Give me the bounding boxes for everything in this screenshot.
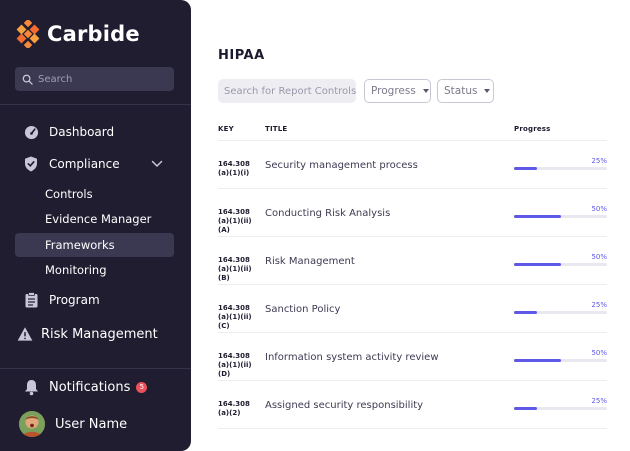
control-key: 164.308 (a)(1)(i)	[218, 160, 250, 177]
progress-percent: 50%	[591, 349, 607, 357]
control-title: Assigned security responsibility	[265, 400, 424, 411]
column-header-key[interactable]: KEY	[218, 125, 234, 133]
control-key: 164.308 (a)(2)	[218, 400, 250, 417]
caret-down-icon	[422, 89, 429, 93]
sidebar-subitem-label: Evidence Manager	[45, 212, 152, 226]
progress-bar	[514, 167, 607, 170]
progress-bar-fill	[514, 407, 538, 410]
chevron-down-icon[interactable]	[150, 157, 164, 171]
sidebar-subitem-monitoring[interactable]: Monitoring	[15, 258, 174, 282]
table-row[interactable]: 164.308 (a)(2) Assigned security responsi…	[218, 397, 607, 448]
sidebar-search-input[interactable]	[38, 73, 168, 85]
control-key: 164.308 (a)(1)(ii)(A)	[218, 208, 252, 234]
sidebar-item-risk-management[interactable]: Risk Management	[9, 322, 158, 346]
row-divider	[218, 236, 607, 237]
brand-name: Carbide	[47, 22, 140, 46]
progress-percent: 25%	[591, 157, 607, 165]
control-title: Conducting Risk Analysis	[265, 208, 391, 219]
sidebar-item-notifications[interactable]: Notifications 5	[15, 375, 148, 399]
progress-filter-label: Progress	[371, 85, 416, 97]
control-key: 164.308 (a)(1)(ii)(C)	[218, 304, 252, 330]
progress-bar	[514, 215, 607, 218]
sidebar-subitem-evidence-manager[interactable]: Evidence Manager	[15, 207, 174, 231]
progress-bar-fill	[514, 263, 561, 266]
sidebar-divider	[0, 104, 191, 105]
row-divider	[218, 188, 607, 189]
sidebar-subitem-label: Frameworks	[45, 238, 115, 252]
shield-check-icon	[23, 156, 39, 172]
sidebar-subitem-frameworks[interactable]: Frameworks	[15, 233, 174, 257]
caret-down-icon	[484, 89, 491, 93]
progress-percent: 25%	[591, 301, 607, 309]
row-divider	[218, 380, 607, 381]
sidebar-user[interactable]: User Name	[19, 410, 127, 438]
control-key: 164.308 (a)(1)(ii)(D)	[218, 352, 252, 378]
row-divider	[218, 284, 607, 285]
progress-bar-fill	[514, 359, 561, 362]
progress-bar	[514, 359, 607, 362]
sidebar-search[interactable]	[15, 67, 174, 91]
progress-bar-fill	[514, 215, 561, 218]
bell-icon	[23, 379, 39, 395]
control-key: 164.308 (a)(1)(ii)(B)	[218, 256, 252, 282]
table-row[interactable]: 164.308 (a)(1)(ii)(A) Conducting Risk Ana…	[218, 205, 607, 256]
clipboard-icon	[23, 292, 39, 308]
control-title: Risk Management	[265, 256, 355, 267]
control-title: Sanction Policy	[265, 304, 341, 315]
avatar	[19, 411, 45, 437]
status-filter-label: Status	[444, 85, 478, 97]
sidebar-subitem-label: Monitoring	[45, 263, 107, 277]
sidebar-divider	[0, 368, 191, 369]
sidebar-item-dashboard[interactable]: Dashboard	[15, 120, 114, 144]
dashboard-gauge-icon	[23, 124, 39, 140]
progress-bar-fill	[514, 311, 538, 314]
sidebar-item-label: Dashboard	[49, 125, 115, 139]
table-row[interactable]: 164.308 (a)(1)(ii)(B) Risk Management 50%	[218, 253, 607, 304]
progress-bar	[514, 311, 607, 314]
carbide-logo-icon	[16, 20, 40, 48]
search-icon	[22, 74, 33, 85]
user-name: User Name	[55, 416, 128, 432]
sidebar-item-label: Program	[49, 293, 100, 307]
warning-icon	[17, 326, 33, 342]
sidebar-item-program[interactable]: Program	[15, 288, 100, 312]
sidebar-subitem-controls[interactable]: Controls	[15, 182, 174, 206]
progress-bar	[514, 263, 607, 266]
column-header-title[interactable]: TITLE	[265, 125, 287, 133]
status-filter-dropdown[interactable]: Status	[437, 79, 494, 103]
report-controls-search-input[interactable]	[218, 79, 356, 103]
control-title: Security management process	[265, 160, 418, 171]
progress-percent: 50%	[591, 205, 607, 213]
row-divider	[218, 140, 607, 141]
brand[interactable]: Carbide	[16, 20, 140, 48]
sidebar: Carbide Dashboard Compliance Controls Ev…	[0, 0, 191, 451]
sidebar-subitem-label: Controls	[45, 187, 93, 201]
page-title: HIPAA	[218, 48, 265, 63]
sidebar-item-label: Compliance	[49, 157, 120, 171]
progress-bar-fill	[514, 167, 538, 170]
table-row[interactable]: 164.308 (a)(1)(ii)(C) Sanction Policy 25%	[218, 301, 607, 352]
sidebar-item-compliance[interactable]: Compliance	[15, 152, 120, 176]
table-row[interactable]: 164.308 (a)(1)(ii)(D) Information system …	[218, 349, 607, 400]
notification-count-badge: 5	[136, 381, 148, 393]
row-divider	[218, 428, 607, 429]
progress-percent: 25%	[591, 397, 607, 405]
progress-percent: 50%	[591, 253, 607, 261]
column-header-progress[interactable]: Progress	[514, 125, 551, 133]
progress-filter-dropdown[interactable]: Progress	[364, 79, 431, 103]
table-row[interactable]: 164.308 (a)(1)(i) Security management pro…	[218, 157, 607, 208]
row-divider	[218, 332, 607, 333]
sidebar-item-label: Notifications	[49, 379, 131, 395]
control-title: Information system activity review	[265, 352, 439, 363]
progress-bar	[514, 407, 607, 410]
sidebar-item-label: Risk Management	[41, 326, 158, 342]
